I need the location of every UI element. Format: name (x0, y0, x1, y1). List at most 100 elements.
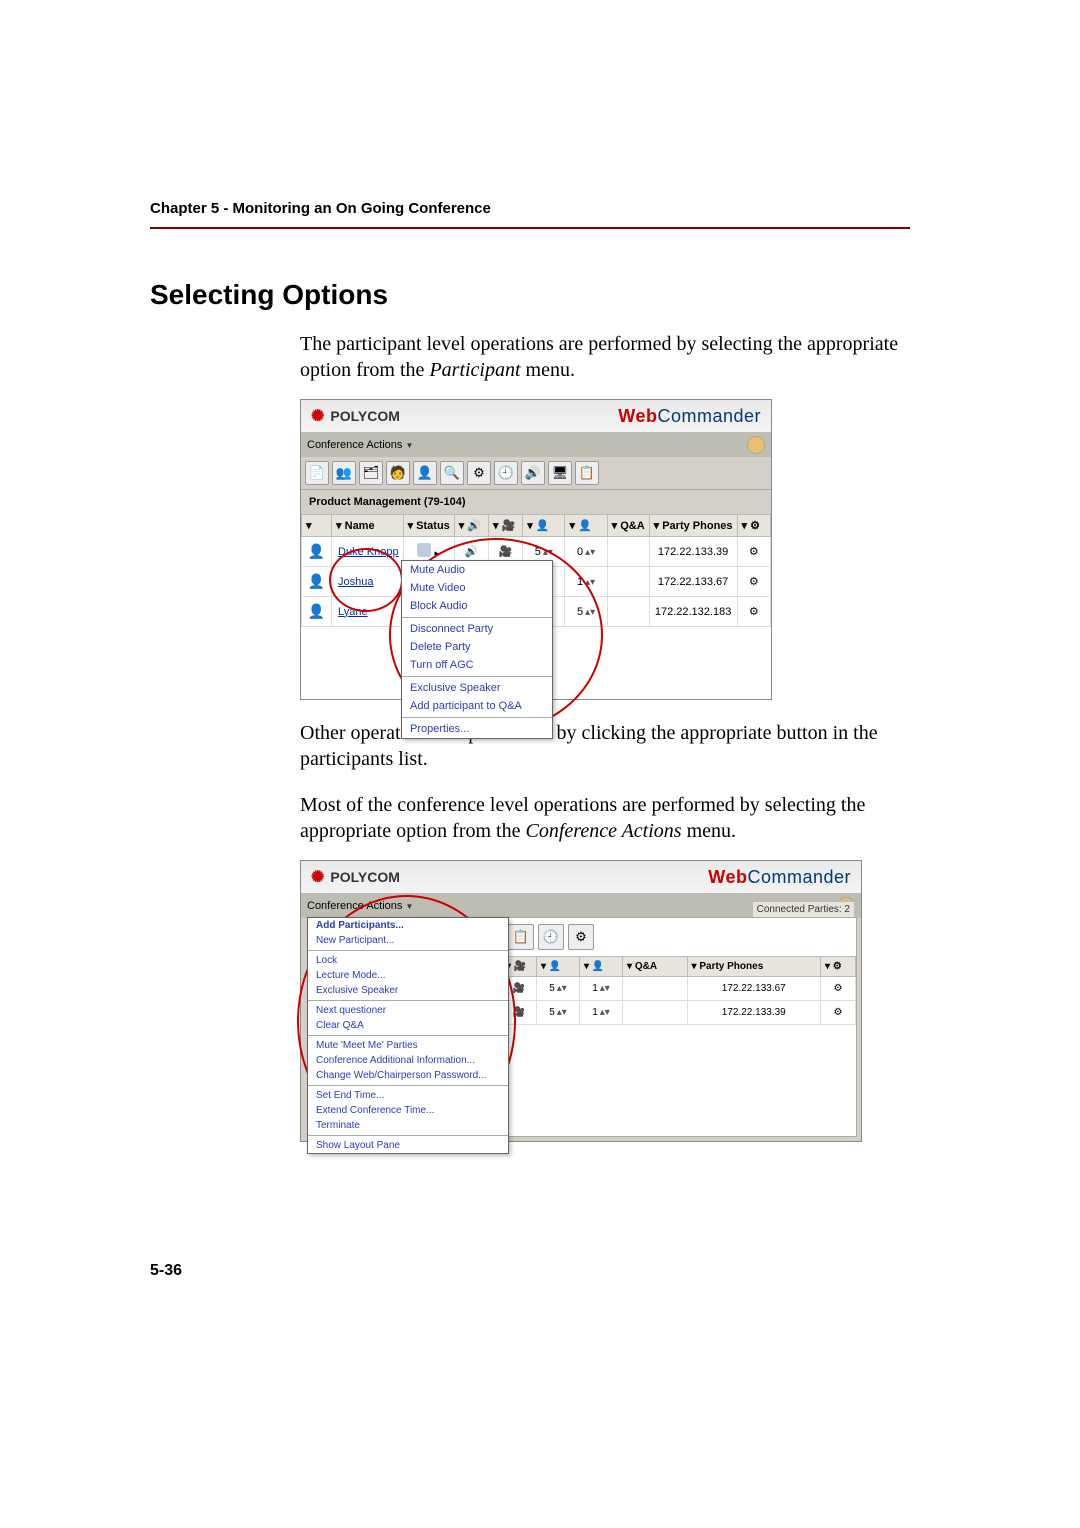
conference-actions-menu[interactable]: Add Participants... New Participant... L… (307, 917, 509, 1154)
cell-a[interactable]: 5▴▾ (549, 983, 567, 994)
col-header-name[interactable]: ▾ Name (332, 515, 404, 537)
menu-item-mute-meetme[interactable]: Mute 'Meet Me' Parties (308, 1038, 508, 1053)
participant-name-link[interactable]: Duke Knopp (332, 537, 404, 567)
col-header-qa[interactable]: ▾ Q&A (623, 957, 688, 977)
menu-item-exclusive[interactable]: Exclusive Speaker (402, 679, 552, 697)
col-header-audio[interactable]: ▾ 🔊 (454, 515, 488, 537)
col-header-phones[interactable]: ▾ Party Phones (649, 515, 737, 537)
col-header-icon[interactable]: ▾ (302, 515, 332, 537)
phone-cell: 172.22.132.183 (649, 597, 737, 627)
menu-item-block-audio[interactable]: Block Audio (402, 597, 552, 615)
toolbar-button[interactable]: 🖥 (548, 461, 572, 485)
brand-text: POLYCOM (330, 869, 400, 885)
menu-item-add-qa[interactable]: Add participant to Q&A (402, 697, 552, 715)
menu-item-show-layout[interactable]: Show Layout Pane (308, 1138, 508, 1153)
dropdown-icon: ▼ (405, 441, 413, 450)
paragraph-1b: menu. (521, 359, 575, 381)
toolbar-button[interactable]: 👥 (332, 461, 356, 485)
menu-item-clear-qa[interactable]: Clear Q&A (308, 1018, 508, 1033)
participant-context-menu[interactable]: Mute Audio Mute Video Block Audio Discon… (401, 560, 553, 739)
app-title-blue: Commander (657, 406, 761, 426)
cell-b[interactable]: 1▴▾ (577, 576, 595, 588)
col-header-settings[interactable]: ▾ ⚙ (821, 957, 856, 977)
gear-icon[interactable]: ⚙ (834, 983, 843, 994)
cell-b[interactable]: 5▴▾ (577, 606, 595, 618)
menu-item-mute-audio[interactable]: Mute Audio (402, 561, 552, 579)
menu-item-extend[interactable]: Extend Conference Time... (308, 1103, 508, 1118)
cell-a[interactable]: 5▴▾ (549, 1007, 567, 1018)
col-qa-label: Q&A (635, 961, 657, 972)
menu-item-terminate[interactable]: Terminate (308, 1118, 508, 1133)
toolbar-button[interactable]: 🔊 (521, 461, 545, 485)
cell-b[interactable]: 1▴▾ (592, 983, 610, 994)
toolbar-button[interactable]: 📋 (508, 924, 534, 950)
col-header-a[interactable]: ▾ 👤 (523, 515, 565, 537)
chapter-header: Chapter 5 - Monitoring an On Going Confe… (150, 200, 910, 217)
menu-item-properties[interactable]: Properties... (402, 720, 552, 738)
col-header-b[interactable]: ▾ 👤 (565, 515, 607, 537)
col-header-b[interactable]: ▾ 👤 (580, 957, 623, 977)
toolbar-button[interactable]: 📋 (575, 461, 599, 485)
submenu-arrow-icon: ▸ (434, 548, 440, 560)
menu-item-new-participant[interactable]: New Participant... (308, 933, 508, 948)
cell-b[interactable]: 0▴▾ (577, 546, 595, 558)
col-header-settings[interactable]: ▾ ⚙ (737, 515, 770, 537)
menu-item-exclusive-speaker[interactable]: Exclusive Speaker (308, 983, 508, 998)
user-icon: 👤 (308, 543, 325, 559)
col-header-a[interactable]: ▾ 👤 (537, 957, 580, 977)
menu-item-agc[interactable]: Turn off AGC (402, 656, 552, 674)
toolbar-button[interactable]: 🧑 (386, 461, 410, 485)
gear-icon[interactable]: ⚙ (834, 1007, 843, 1018)
toolbar-button[interactable]: ⚙ (568, 924, 594, 950)
menu-item-lecture-mode[interactable]: Lecture Mode... (308, 968, 508, 983)
col-phones-label: Party Phones (662, 520, 732, 532)
conference-actions-bar: Conference Actions ▼ (301, 433, 771, 457)
app-title: WebCommander (618, 406, 761, 427)
menu-item-add-participants[interactable]: Add Participants... (308, 918, 508, 933)
menu-item-disconnect[interactable]: Disconnect Party (402, 620, 552, 638)
col-header-phones[interactable]: ▾ Party Phones (687, 957, 820, 977)
gear-icon[interactable]: ⚙ (749, 546, 759, 558)
menu-item-change-password[interactable]: Change Web/Chairperson Password... (308, 1068, 508, 1083)
menu-separator (308, 1035, 508, 1036)
toolbar-button[interactable]: 🗂 (359, 461, 383, 485)
participant-name-link[interactable]: Lyane (332, 597, 404, 627)
col-header-qa[interactable]: ▾ Q&A (607, 515, 649, 537)
video-icon[interactable]: 🎥 (513, 983, 525, 994)
col-header-video[interactable]: ▾ 🎥 (489, 515, 523, 537)
app-titlebar: ✺ POLYCOM WebCommander (301, 400, 771, 433)
conference-actions-dropdown[interactable]: Conference Actions ▼ (307, 900, 413, 912)
conference-actions-dropdown[interactable]: Conference Actions ▼ (307, 439, 413, 451)
toolbar-button[interactable]: 📄 (305, 461, 329, 485)
participant-name-link[interactable]: Joshua (332, 567, 404, 597)
gear-icon[interactable]: ⚙ (749, 576, 759, 588)
col-header-status[interactable]: ▾ Status (403, 515, 454, 537)
toolbar-button[interactable]: 🕘 (538, 924, 564, 950)
dropdown-icon: ▼ (405, 902, 413, 911)
menu-item-next-questioner[interactable]: Next questioner (308, 1003, 508, 1018)
cell-b[interactable]: 1▴▾ (592, 1007, 610, 1018)
val: 1 (592, 1007, 598, 1018)
app-title: WebCommander (708, 867, 851, 888)
menu-item-conf-info[interactable]: Conference Additional Information... (308, 1053, 508, 1068)
toolbar-button[interactable]: 👤 (413, 461, 437, 485)
col-qa-label: Q&A (620, 520, 644, 532)
menu-item-set-end[interactable]: Set End Time... (308, 1088, 508, 1103)
mini-toolbar: 📄 📋 🕘 ⚙ (472, 918, 856, 956)
table-row[interactable]: 🔇 🎥 5▴▾ 1▴▾ 172.22.133.67 ⚙ (473, 977, 856, 1001)
brand: ✺ POLYCOM (311, 406, 400, 426)
menu-item-delete[interactable]: Delete Party (402, 638, 552, 656)
toolbar-button[interactable]: ⚙ (467, 461, 491, 485)
gear-icon[interactable]: ⚙ (749, 606, 759, 618)
menu-item-mute-video[interactable]: Mute Video (402, 579, 552, 597)
cell-a[interactable]: 5▴▾ (535, 546, 553, 558)
toolbar-button[interactable]: 🕘 (494, 461, 518, 485)
val: 5 (549, 1007, 555, 1018)
video-icon[interactable]: 🎥 (513, 1007, 525, 1018)
table-row[interactable]: 🔇 🎥 5▴▾ 1▴▾ 172.22.133.39 ⚙ (473, 1001, 856, 1025)
content-pane: 📄 📋 🕘 ⚙ 🔊 ▾ 🎥 ▾ 👤 ▾ 👤 ▾ Q&A ▾ Party Phon… (471, 917, 857, 1137)
audio-icon[interactable]: 🔊 (465, 546, 479, 558)
toolbar-button[interactable]: 🔍 (440, 461, 464, 485)
video-icon[interactable]: 🎥 (499, 546, 513, 558)
menu-item-lock[interactable]: Lock (308, 953, 508, 968)
